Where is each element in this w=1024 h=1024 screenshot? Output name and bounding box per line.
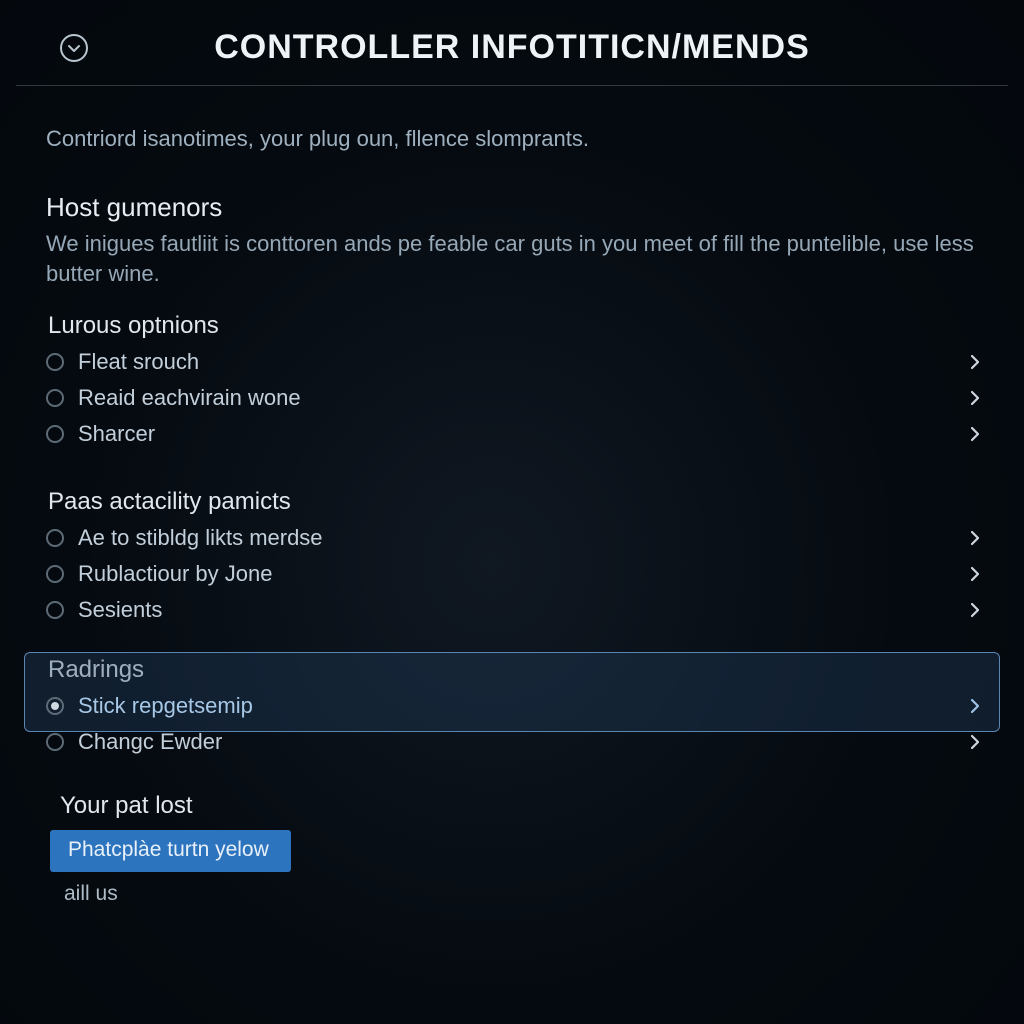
your-lost-sub: aill us bbox=[46, 882, 978, 906]
option-stick-repgetsemip[interactable]: Stick repgetsemip bbox=[46, 688, 978, 724]
option-fleat-srouch[interactable]: Fleat srouch bbox=[46, 344, 978, 380]
radio-icon bbox=[46, 601, 64, 619]
option-label: Sharcer bbox=[78, 421, 155, 447]
chevron-right-icon bbox=[966, 601, 984, 619]
chevron-right-icon bbox=[966, 733, 984, 751]
option-label: Changc Ewder bbox=[78, 729, 222, 755]
radio-icon bbox=[46, 425, 64, 443]
option-ae-stibldg[interactable]: Ae to stibldg likts merdse bbox=[46, 520, 978, 556]
chevron-right-icon bbox=[966, 425, 984, 443]
your-lost-heading: Your pat lost bbox=[46, 792, 978, 820]
chevron-right-icon bbox=[966, 353, 984, 371]
option-label: Ae to stibldg likts merdse bbox=[78, 525, 323, 551]
option-label: Reaid eachvirain wone bbox=[78, 385, 301, 411]
option-label: Rublactiour by Jone bbox=[78, 561, 272, 587]
chevron-right-icon bbox=[966, 697, 984, 715]
option-label: Sesients bbox=[78, 597, 162, 623]
option-rublactiour[interactable]: Rublactiour by Jone bbox=[46, 556, 978, 592]
chevron-right-icon bbox=[966, 565, 984, 583]
option-reaid-eachvirain[interactable]: Reaid eachvirain wone bbox=[46, 380, 978, 416]
radio-icon bbox=[46, 733, 64, 751]
radio-icon bbox=[46, 353, 64, 371]
section-host-heading: Host gumenors bbox=[46, 192, 978, 223]
radio-icon bbox=[46, 565, 64, 583]
your-lost-button[interactable]: Phatcplàe turtn yelow bbox=[50, 830, 291, 872]
radio-icon bbox=[46, 529, 64, 547]
chevron-right-icon bbox=[966, 389, 984, 407]
option-changc-ewder[interactable]: Changc Ewder bbox=[46, 724, 978, 760]
option-label: Stick repgetsemip bbox=[78, 693, 253, 719]
option-sharcer[interactable]: Sharcer bbox=[46, 416, 978, 452]
option-label: Fleat srouch bbox=[78, 349, 199, 375]
option-sesients[interactable]: Sesients bbox=[46, 592, 978, 628]
radio-icon bbox=[46, 389, 64, 407]
group-heading-paas: Paas actacility pamicts bbox=[46, 488, 978, 516]
group-heading-lurous: Lurous optnions bbox=[46, 312, 978, 340]
section-host-desc: We inigues fautliit is conttoren ands pe… bbox=[46, 229, 978, 288]
radio-icon bbox=[46, 697, 64, 715]
page-title: CONTROLLER INFOTITICN/MENDS bbox=[60, 28, 964, 67]
intro-text: Contriord isanotimes, your plug oun, fll… bbox=[46, 126, 978, 152]
chevron-right-icon bbox=[966, 529, 984, 547]
group-heading-radrings: Radrings bbox=[46, 656, 978, 684]
